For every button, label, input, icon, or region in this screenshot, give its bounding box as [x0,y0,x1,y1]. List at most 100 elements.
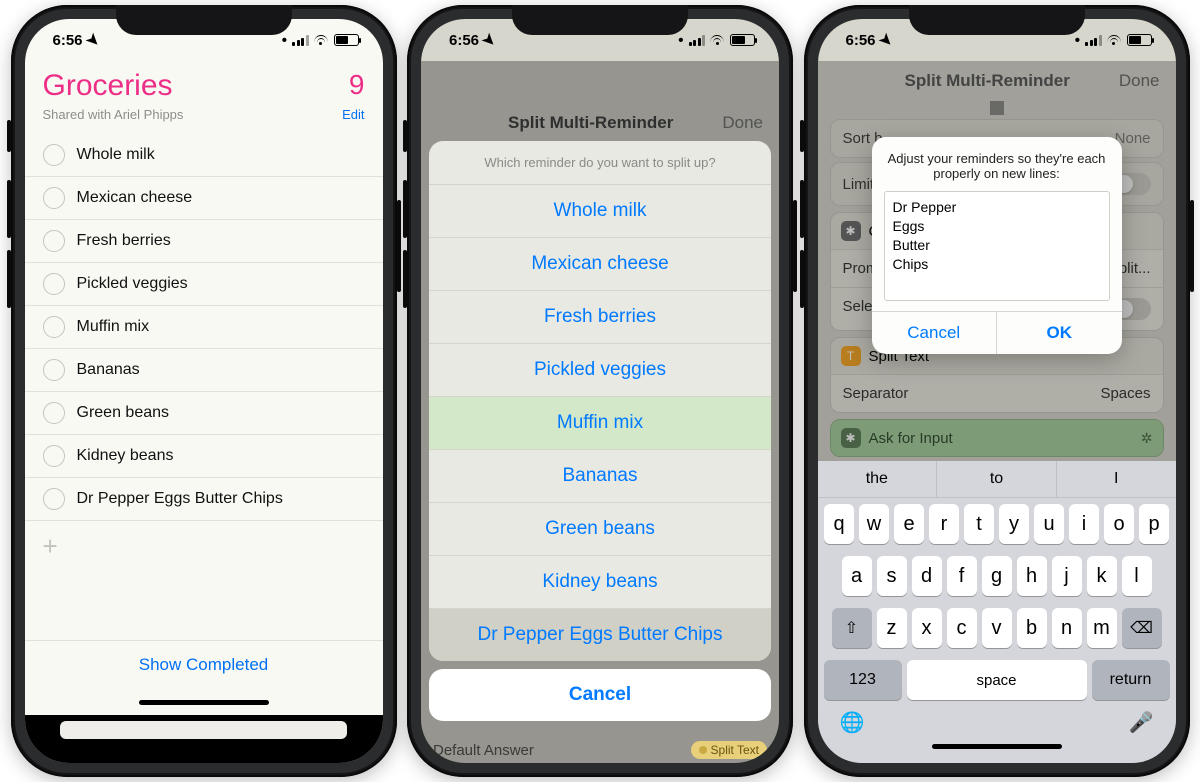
key-b[interactable]: b [1017,608,1047,648]
key-return[interactable]: return [1092,660,1170,700]
key-z[interactable]: z [877,608,907,648]
alert-cancel-button[interactable]: Cancel [872,312,998,354]
sheet-option[interactable]: Mexican cheese [429,238,771,291]
key-g[interactable]: g [982,556,1012,596]
app-switcher-card[interactable] [60,721,346,739]
key-n[interactable]: n [1052,608,1082,648]
sheet-option[interactable]: Pickled veggies [429,344,771,397]
reminder-row[interactable]: Fresh berries [25,220,383,263]
edit-button[interactable]: Edit [342,107,364,122]
reminder-row[interactable]: Pickled veggies [25,263,383,306]
three-phone-stage: 6:56➤ • Groceries 9 Shared with Ariel Ph… [0,0,1200,782]
key-l[interactable]: l [1122,556,1152,596]
home-indicator[interactable] [25,689,383,715]
reminder-row[interactable]: Dr Pepper Eggs Butter Chips [25,478,383,521]
key-f[interactable]: f [947,556,977,596]
sheet-option[interactable]: Bananas [429,450,771,503]
signal-icon [689,35,706,46]
home-indicator[interactable] [818,735,1176,757]
sheet-option[interactable]: Fresh berries [429,291,771,344]
sheet-option[interactable]: Whole milk [429,185,771,238]
phone-2: 6:56➤ • Split Multi-Reminder Done [407,5,793,777]
key-q[interactable]: q [824,504,854,544]
dot-icon: • [1075,32,1080,49]
key-i[interactable]: i [1069,504,1099,544]
reminder-text: Fresh berries [77,232,171,250]
reminder-text: Pickled veggies [77,275,188,293]
alert-message: Adjust your reminders so they're each pr… [872,137,1122,191]
status-time: 6:56 [53,32,83,49]
key-c[interactable]: c [947,608,977,648]
sheet-option[interactable]: Muffin mix [429,397,771,450]
reminder-row[interactable]: Bananas [25,349,383,392]
dot-icon: • [678,32,683,49]
key-y[interactable]: y [999,504,1029,544]
key-space[interactable]: space [907,660,1087,700]
alert-ok-button[interactable]: OK [997,312,1122,354]
prediction[interactable]: the [818,461,938,497]
key-o[interactable]: o [1104,504,1134,544]
prediction[interactable]: I [1057,461,1176,497]
location-icon: ➤ [479,29,501,51]
circle-icon[interactable] [43,144,65,166]
key-shift[interactable]: ⇧ [832,608,872,648]
key-123[interactable]: 123 [824,660,902,700]
add-reminder-button[interactable]: + [25,521,383,572]
reminder-row[interactable]: Kidney beans [25,435,383,478]
key-d[interactable]: d [912,556,942,596]
location-icon: ➤ [82,29,104,51]
show-completed-button[interactable]: Show Completed [25,640,383,689]
globe-icon[interactable]: 🌐 [840,710,865,735]
prediction[interactable]: to [937,461,1057,497]
key-s[interactable]: s [877,556,907,596]
circle-icon[interactable] [43,316,65,338]
circle-icon[interactable] [43,488,65,510]
circle-icon[interactable] [43,445,65,467]
key-x[interactable]: x [912,608,942,648]
reminder-row[interactable]: Whole milk [25,134,383,177]
split-text-chip[interactable]: Split Text [691,741,767,759]
circle-icon[interactable] [43,359,65,381]
circle-icon[interactable] [43,187,65,209]
key-k[interactable]: k [1087,556,1117,596]
phone-3: 6:56➤ • Split Multi-Reminder Done Sort b [804,5,1190,777]
location-icon: ➤ [875,29,897,51]
key-h[interactable]: h [1017,556,1047,596]
key-u[interactable]: u [1034,504,1064,544]
sheet-option[interactable]: Dr Pepper Eggs Butter Chips [429,609,771,661]
reminder-row[interactable]: Green beans [25,392,383,435]
key-w[interactable]: w [859,504,889,544]
key-e[interactable]: e [894,504,924,544]
reminder-row[interactable]: Mexican cheese [25,177,383,220]
key-v[interactable]: v [982,608,1012,648]
prediction-bar: the to I [818,461,1176,498]
sheet-prompt: Which reminder do you want to split up? [429,141,771,185]
reminder-row[interactable]: Muffin mix [25,306,383,349]
wifi-icon [710,35,725,46]
key-a[interactable]: a [842,556,872,596]
signal-icon [1085,35,1102,46]
cancel-button[interactable]: Cancel [429,669,771,721]
key-p[interactable]: p [1139,504,1169,544]
reminder-text: Muffin mix [77,318,150,336]
circle-icon[interactable] [43,273,65,295]
battery-icon [334,34,359,46]
circle-icon[interactable] [43,230,65,252]
mic-icon[interactable]: 🎤 [1129,710,1154,735]
key-j[interactable]: j [1052,556,1082,596]
sheet-option[interactable]: Green beans [429,503,771,556]
notch [512,5,688,35]
key-r[interactable]: r [929,504,959,544]
key-m[interactable]: m [1087,608,1117,648]
circle-icon[interactable] [43,402,65,424]
list-count: 9 [349,69,365,101]
battery-icon [1127,34,1152,46]
action-sheet: Which reminder do you want to split up? … [429,141,771,721]
key-t[interactable]: t [964,504,994,544]
wifi-icon [1107,35,1122,46]
sheet-option[interactable]: Kidney beans [429,556,771,609]
wifi-icon [314,35,329,46]
key-backspace[interactable]: ⌫ [1122,608,1162,648]
alert-textarea[interactable] [884,191,1110,301]
reminder-text: Bananas [77,361,140,379]
